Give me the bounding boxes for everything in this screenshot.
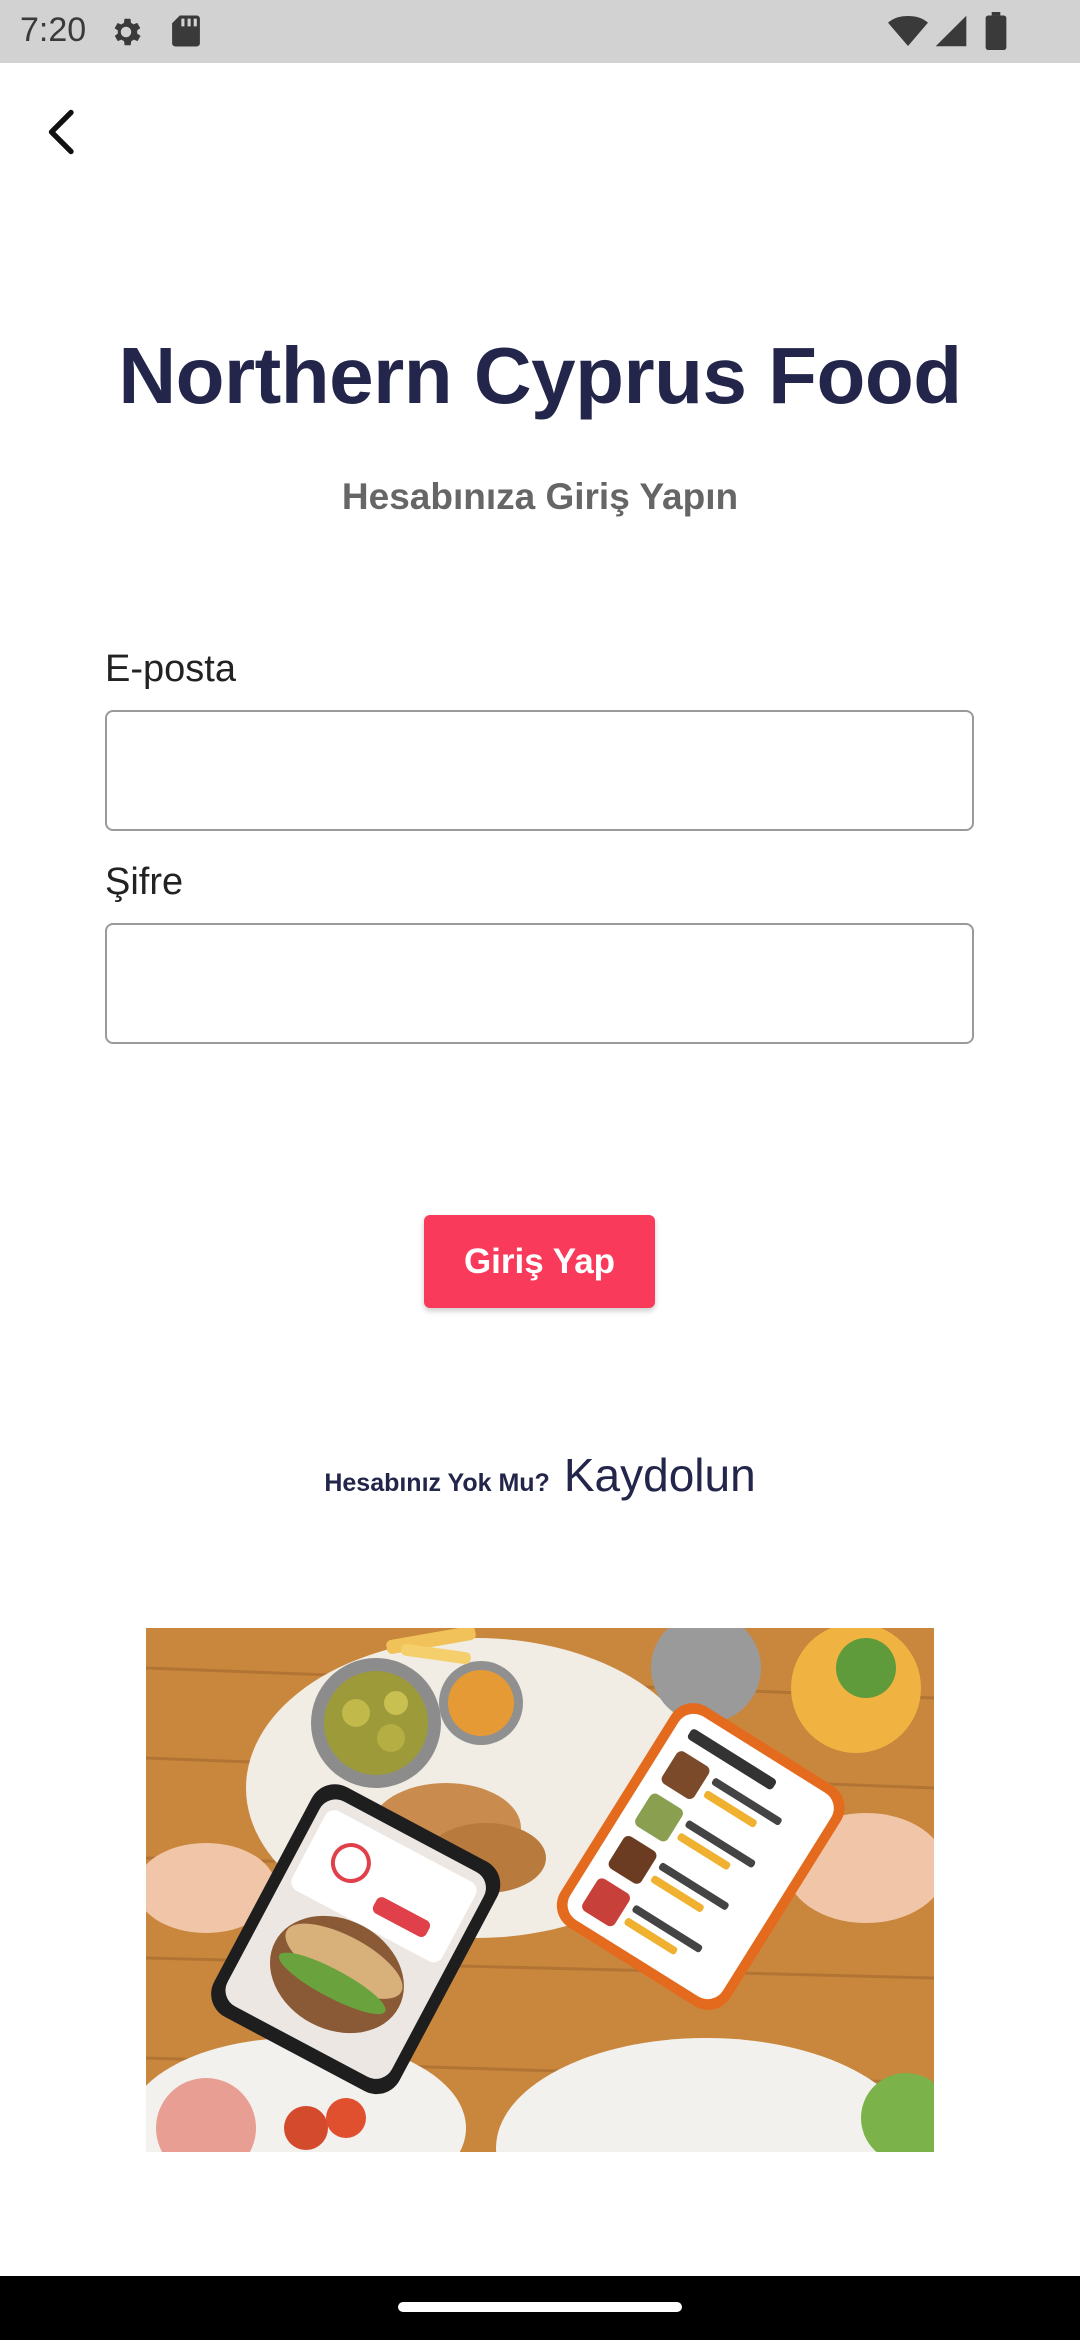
settings-icon xyxy=(114,18,141,46)
home-handle[interactable] xyxy=(398,2302,682,2312)
register-row: Hesabınız Yok Mu? Kaydolun xyxy=(0,1448,1080,1502)
sd-card-icon xyxy=(172,15,200,47)
login-subtitle: Hesabınıza Giriş Yapın xyxy=(341,476,739,517)
status-time: 7:20 xyxy=(20,11,87,49)
password-label: Şifre xyxy=(105,861,184,903)
wifi-icon xyxy=(888,16,928,46)
email-field[interactable] xyxy=(105,710,974,831)
password-field[interactable] xyxy=(105,923,974,1044)
login-button[interactable]: Giriş Yap xyxy=(424,1215,655,1308)
food-phones-illustration xyxy=(146,1628,934,2152)
register-link[interactable]: Kaydolun xyxy=(564,1448,756,1502)
email-label: E-posta xyxy=(105,648,236,690)
signal-icon xyxy=(935,15,967,47)
register-prompt: Hesabınız Yok Mu? xyxy=(324,1469,550,1497)
chevron-left-icon xyxy=(48,109,74,155)
status-bar: 7:20 xyxy=(0,0,1080,63)
app-title: Northern Cyprus Food xyxy=(118,331,962,420)
battery-icon xyxy=(985,12,1007,50)
back-button[interactable] xyxy=(30,100,94,164)
